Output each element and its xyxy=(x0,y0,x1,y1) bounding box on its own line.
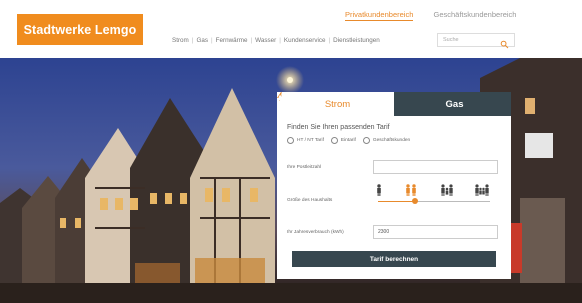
consumption-label: Ihr Jahresverbrauch (kWh) xyxy=(287,230,344,235)
nav-item-dienstleistungen[interactable]: Dienstleistungen xyxy=(333,37,380,44)
hero-image: Strom Gas Finden Sie Ihren passenden Tar… xyxy=(0,58,582,303)
logo-text: Stadtwerke Lemgo xyxy=(23,22,137,37)
radio-indicator[interactable] xyxy=(330,137,338,144)
calculate-tariff-button[interactable]: Tarif berechnen xyxy=(292,251,496,267)
radio-ht-nt-label: HT / NT Tarif xyxy=(297,138,324,143)
radio-indicator[interactable] xyxy=(287,137,294,144)
tab-gas-label: Gas xyxy=(445,98,464,110)
nav-separator: | xyxy=(279,37,281,44)
nav-separator: | xyxy=(191,37,194,44)
radio-eintarif-label: Eintarif xyxy=(340,138,356,143)
segment-nav: Privatkundenbereich Geschäftskundenberei… xyxy=(345,10,534,21)
nav-separator: | xyxy=(250,37,253,44)
logo[interactable]: Stadtwerke Lemgo xyxy=(17,14,143,45)
segment-private[interactable]: Privatkundenbereich xyxy=(345,10,414,21)
main-nav: Strom | Gas | Fernwärme | Wasser | Kundenser… xyxy=(172,37,380,44)
household-label: Größe des Haushalts xyxy=(287,198,333,203)
household-slider-fill xyxy=(378,201,416,202)
radio-geschaeftskunden-label: Geschäftskunden xyxy=(372,138,411,143)
tariff-type-radios: HT / NT Tarif Eintarif Geschäftskunden xyxy=(287,137,501,144)
nav-item-wasser[interactable]: Wasser xyxy=(255,37,276,44)
tab-strom-label: Strom xyxy=(324,98,351,110)
nav-item-fernwaerme[interactable]: Fernwärme xyxy=(216,37,248,44)
postcode-label: Ihre Postleitzahl xyxy=(287,165,322,170)
radio-ht-nt[interactable]: HT / NT Tarif xyxy=(287,137,324,144)
nav-separator: | xyxy=(211,37,213,44)
site-header: Stadtwerke Lemgo Privatkundenbereich Ges… xyxy=(0,0,582,58)
household-slider-knob[interactable] xyxy=(412,198,419,204)
nav-item-kundenservice[interactable]: Kundenservice xyxy=(284,37,326,44)
nav-item-gas[interactable]: Gas xyxy=(196,37,208,44)
tab-gas[interactable]: Gas xyxy=(277,92,511,116)
radio-indicator[interactable] xyxy=(362,137,370,144)
search-box[interactable]: Suche xyxy=(437,33,515,48)
tab-strom[interactable]: Strom xyxy=(277,92,394,116)
radio-geschaeftskunden[interactable]: Geschäftskunden xyxy=(362,137,411,144)
nav-separator: | xyxy=(328,37,331,44)
calculator-title: Finden Sie Ihren passenden Tarif xyxy=(287,124,390,131)
postcode-input[interactable] xyxy=(373,160,498,174)
nav-item-strom[interactable]: Strom xyxy=(172,37,189,44)
segment-business[interactable]: Geschäftskundenbereich xyxy=(433,10,516,19)
tariff-calculator: Strom Gas Finden Sie Ihren passenden Tar… xyxy=(277,92,511,279)
search-icon[interactable] xyxy=(500,36,509,48)
radio-eintarif[interactable]: Eintarif xyxy=(330,137,356,144)
search-input[interactable]: Suche xyxy=(443,37,459,43)
consumption-input[interactable]: 2300 xyxy=(373,225,498,239)
energy-tabs: Strom Gas xyxy=(277,92,511,116)
household-size-selector[interactable] xyxy=(370,184,500,210)
